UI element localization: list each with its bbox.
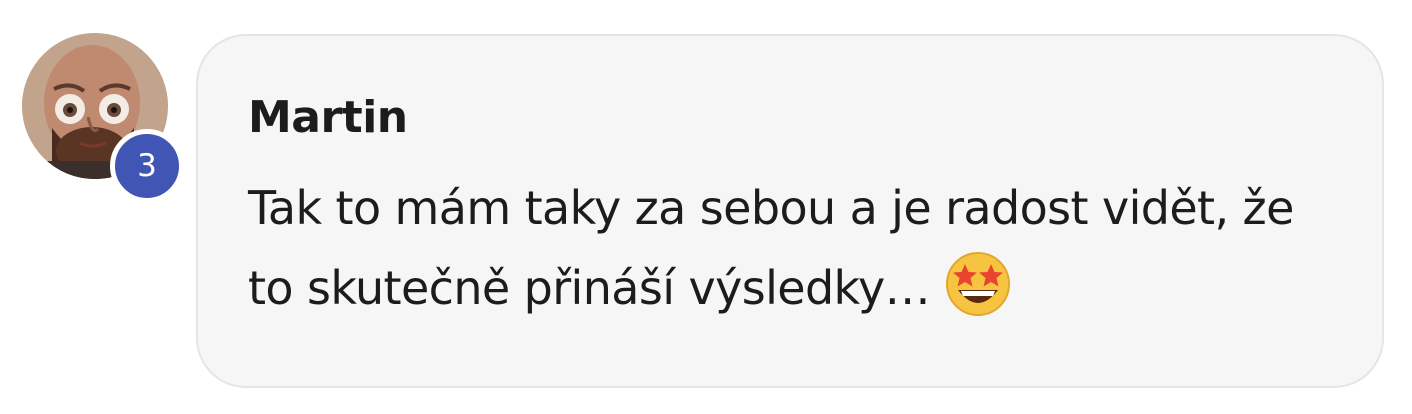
comment-row: 3 Martin Tak to mám taky za sebou a je r… (0, 0, 1412, 414)
notification-count-badge: 3 (110, 129, 184, 203)
star-struck-emoji-icon (944, 250, 1012, 318)
author-name[interactable]: Martin (248, 90, 1342, 146)
comment-text: Tak to mám taky za sebou a je radost vid… (248, 181, 1294, 315)
avatar-container[interactable]: 3 (22, 33, 184, 203)
comment-body: Tak to mám taky za sebou a je radost vid… (248, 168, 1348, 328)
comment-bubble[interactable]: Martin Tak to mám taky za sebou a je rad… (196, 34, 1384, 388)
